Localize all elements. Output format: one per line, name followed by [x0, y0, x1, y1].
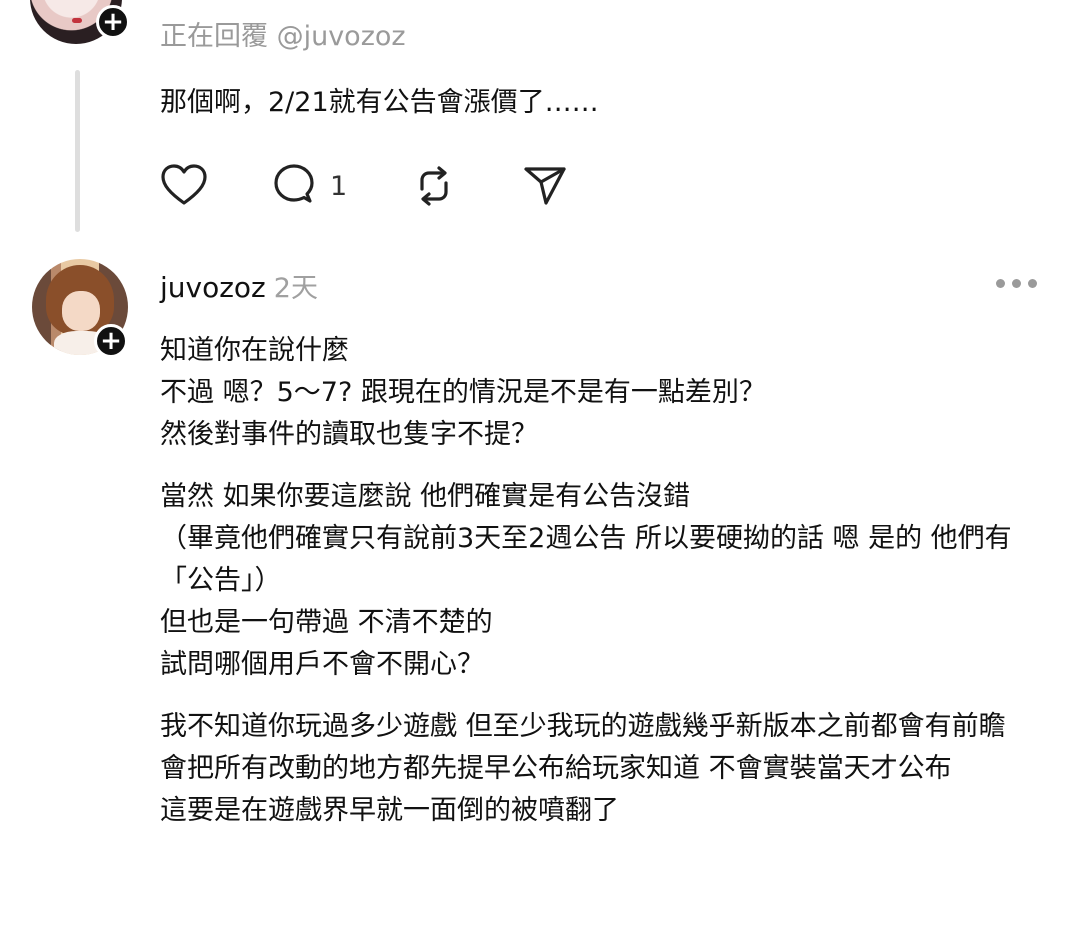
heart-icon [161, 164, 207, 205]
text-line: 會把所有改動的地方都先提早公布給玩家知道 不會實裝當天才公布 [160, 753, 952, 784]
text-line: 然後對事件的讀取也隻字不提？ [160, 419, 538, 450]
text-line: 知道你在說什麼 [160, 335, 349, 366]
comment-button[interactable]: 1 [270, 163, 347, 209]
share-button[interactable] [522, 163, 570, 209]
replying-to-label[interactable]: 正在回覆 @juvozoz [160, 14, 406, 53]
text-line: 我不知道你玩過多少遊戲 但至少我玩的遊戲幾乎新版本之前都會有前瞻 [160, 711, 1006, 742]
like-button[interactable] [160, 163, 208, 209]
text-line: 但也是一句帶過 不清不楚的 [160, 607, 493, 638]
comment-count: 1 [330, 170, 348, 202]
share-icon [524, 167, 566, 205]
username[interactable]: juvozoz [160, 271, 266, 304]
more-icon[interactable] [996, 276, 1038, 290]
text-line: （畢竟他們確實只有說前3天至2週公告 所以要硬拗的話 嗯 是的 他們有「公告」） [160, 523, 1012, 596]
comment-icon [274, 164, 314, 203]
text-line: 試問哪個用戶不會不開心？ [160, 649, 484, 680]
text-line: 當然 如果你要這麼說 他們確實是有公告沒錯 [160, 481, 691, 512]
text-line: 這要是在遊戲界早就一面倒的被噴翻了 [160, 795, 619, 826]
parent-post-text: 那個啊，2/21就有公告會漲價了…… [160, 87, 599, 118]
paragraph: 當然 如果你要這麼說 他們確實是有公告沒錯 （畢竟他們確實只有說前3天至2週公告… [160, 476, 1050, 686]
post-time: 2天 [273, 273, 318, 304]
thread-line [75, 70, 80, 232]
paragraph: 知道你在說什麼 不過 嗯？5〜7? 跟現在的情況是不是有一點差別？ 然後對事件的… [160, 330, 1050, 456]
post-header: juvozoz 2天 [160, 266, 318, 305]
paragraph: 我不知道你玩過多少遊戲 但至少我玩的遊戲幾乎新版本之前都會有前瞻 會把所有改動的… [160, 706, 1050, 832]
text-line: 不過 嗯？5〜7? 跟現在的情況是不是有一點差別？ [160, 377, 766, 408]
post-body: 知道你在說什麼 不過 嗯？5〜7? 跟現在的情況是不是有一點差別？ 然後對事件的… [160, 330, 1050, 852]
repost-icon [420, 166, 448, 206]
repost-button[interactable] [410, 163, 458, 209]
follow-plus-icon[interactable]: + [96, 5, 130, 39]
follow-plus-icon[interactable]: + [94, 324, 128, 358]
